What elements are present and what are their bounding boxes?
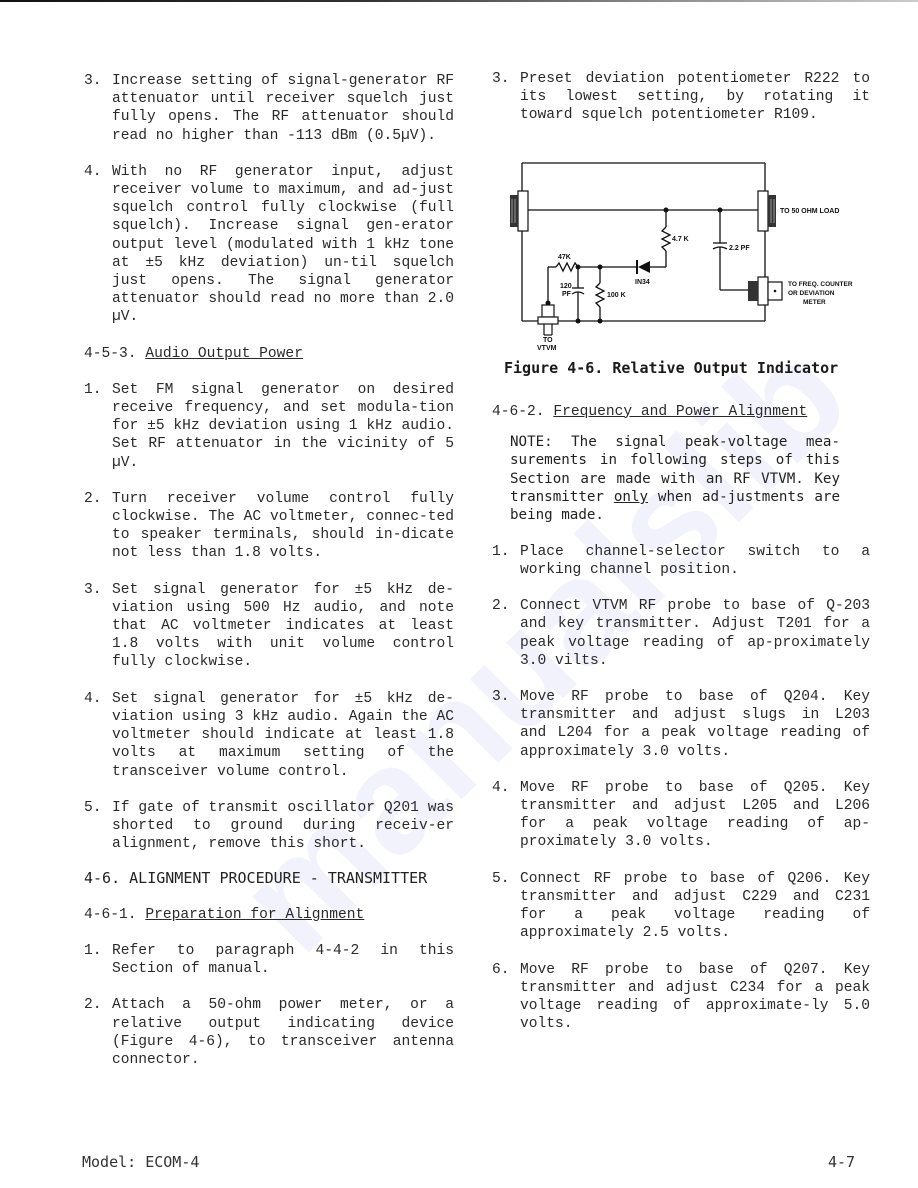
label-pf: PF xyxy=(562,291,572,298)
resistor-100k xyxy=(594,282,606,308)
left-column: 3. Increase setting of signal-generator … xyxy=(84,70,454,1069)
item-text: Attach a 50-ohm power meter, or a relati… xyxy=(112,997,454,1068)
resistor-4-7k xyxy=(660,226,672,252)
section-heading-4-5-3: 4-5-3. Audio Output Power xyxy=(84,345,303,362)
list-item: 1. Set FM signal generator on desired re… xyxy=(84,381,454,471)
list-item: 6. Move RF probe to base of Q207. Key tr… xyxy=(492,961,870,1033)
figure-caption: Figure 4-6. Relative Output Indicator xyxy=(504,358,839,377)
section-title: Preparation for Alignment xyxy=(145,906,365,923)
junction-dot xyxy=(597,264,603,270)
item-text: With no RF generator input, adjust recei… xyxy=(112,163,454,326)
item-text: Move RF probe to base of Q204. Key trans… xyxy=(520,689,870,760)
item-text: Place channel-selector switch to a worki… xyxy=(520,543,870,579)
label-2-2pf: 2.2 PF xyxy=(729,245,750,252)
list-item: 1. Refer to paragraph 4-4-2 in this Sect… xyxy=(84,942,454,978)
footer-model: Model: ECOM-4 xyxy=(82,1153,200,1171)
scan-top-edge xyxy=(0,0,918,2)
label-47k: 47K xyxy=(558,254,571,261)
note-block: NOTE: The signal peak-voltage mea-sureme… xyxy=(510,433,841,524)
list-item: 2. Turn receiver volume control fully cl… xyxy=(84,490,454,562)
section-heading-4-6-1: 4-6-1. Preparation for Alignment xyxy=(84,906,365,923)
list-item: 2. Connect VTVM RF probe to base of Q-20… xyxy=(492,598,870,669)
list-item: 1. Place channel-selector switch to a wo… xyxy=(492,543,870,579)
list-item: 4. Set signal generator for ±5 kHz de-vi… xyxy=(84,690,454,780)
label-meter: METER xyxy=(803,299,826,306)
figure-relative-output-indicator: TO 50 OHM LOAD 4.7 K 2.2 PF 47K IN34 120… xyxy=(500,155,880,355)
item-text: Move RF probe to base of Q205. Key trans… xyxy=(520,779,870,851)
list-item: 3. Increase setting of signal-generator … xyxy=(84,73,454,144)
label-to: TO xyxy=(543,337,553,344)
item-text: Refer to paragraph 4-4-2 in this Section… xyxy=(112,942,454,978)
list-item: 5. If gate of transmit oscillator Q201 w… xyxy=(84,799,454,853)
list-item: 2. Attach a 50-ohm power meter, or a rel… xyxy=(84,997,454,1068)
junction-dot xyxy=(575,318,581,324)
section-title: Frequency and Power Alignment xyxy=(553,403,808,420)
label-freq-counter: TO FREQ. COUNTER xyxy=(788,281,853,288)
item-text: Increase setting of signal-generator RF … xyxy=(112,73,454,144)
section-heading-4-6: 4-6. ALIGNMENT PROCEDURE - TRANSMITTER xyxy=(84,869,428,888)
item-text: Set signal generator for ±5 kHz de-viati… xyxy=(112,690,454,780)
resistor-47k xyxy=(555,261,579,273)
item-text: Move RF probe to base of Q207. Key trans… xyxy=(520,961,870,1033)
vtvm-jack xyxy=(537,300,559,336)
label-4-7k: 4.7 K xyxy=(672,236,689,243)
item-text: Turn receiver volume control fully clock… xyxy=(112,490,454,562)
label-in34: IN34 xyxy=(635,279,650,286)
item-text: Preset deviation potentiometer R222 to i… xyxy=(520,71,870,124)
list-item: 3. Move RF probe to base of Q204. Key tr… xyxy=(492,689,870,760)
label-deviation: OR DEVIATION xyxy=(788,290,835,297)
list-item: 3. Preset deviation potentiometer R222 t… xyxy=(492,71,870,124)
page-number: 4-7 xyxy=(828,1153,856,1171)
item-text: Set FM signal generator on desired recei… xyxy=(112,381,454,471)
list-item: 5. Connect RF probe to base of Q206. Key… xyxy=(492,870,870,942)
label-vtvm: VTVM xyxy=(537,345,557,352)
label-100k: 100 K xyxy=(607,292,626,299)
item-text: Set signal generator for ±5 kHz de-viati… xyxy=(112,581,454,671)
schematic-diagram: TO 50 OHM LOAD 4.7 K 2.2 PF 47K IN34 120… xyxy=(510,161,853,352)
junction-dot xyxy=(717,207,723,213)
label-120: 120 xyxy=(560,283,572,290)
item-text: Connect VTVM RF probe to base of Q-203 a… xyxy=(520,598,870,669)
list-item: 3. Set signal generator for ±5 kHz de-vi… xyxy=(84,581,454,671)
junction-dot xyxy=(597,318,603,324)
junction-dot xyxy=(575,264,581,270)
item-text: Connect RF probe to base of Q206. Key tr… xyxy=(520,870,870,942)
load-connector xyxy=(757,190,776,232)
input-connector xyxy=(510,190,529,232)
list-item: 4. With no RF generator input, adjust re… xyxy=(84,163,454,326)
section-title: Audio Output Power xyxy=(145,345,303,362)
item-text: If gate of transmit oscillator Q201 was … xyxy=(112,799,454,853)
list-item: 4. Move RF probe to base of Q205. Key tr… xyxy=(492,779,870,851)
section-heading-4-6-2: 4-6-2. Frequency and Power Alignment xyxy=(492,403,808,420)
diode-in34 xyxy=(638,260,650,273)
junction-dot xyxy=(663,207,669,213)
label-load: TO 50 OHM LOAD xyxy=(780,208,839,215)
freq-counter-connector xyxy=(748,276,783,306)
right-column: 3. Preset deviation potentiometer R222 t… xyxy=(492,70,870,1033)
note-emphasis: only xyxy=(613,489,649,506)
